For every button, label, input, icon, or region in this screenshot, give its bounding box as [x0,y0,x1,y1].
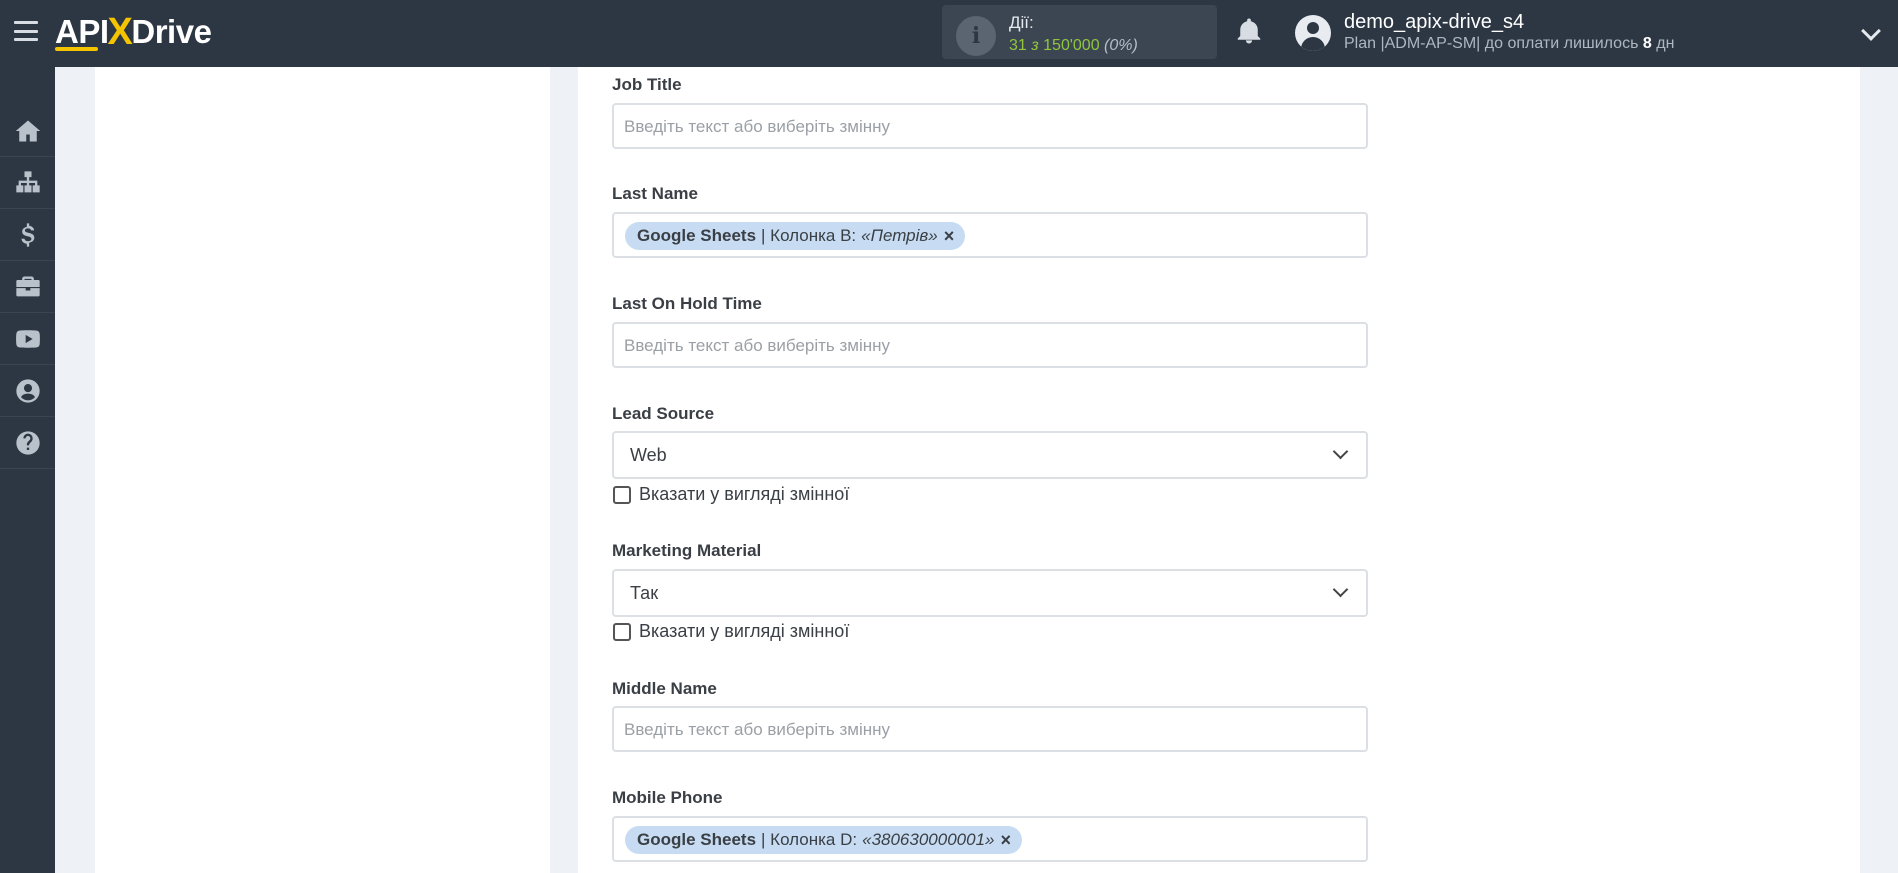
job-title-placeholder: Введіть текст або виберіть змінну [624,117,891,136]
help-icon [15,430,40,455]
middle-name-label: Middle Name [612,679,717,698]
left-panel [95,67,550,873]
lead-source-value: Web [630,445,667,465]
marketing-material-label: Marketing Material [612,541,762,560]
sidebar-item-profile[interactable] [0,365,55,417]
lead-source-select[interactable]: Web [612,431,1368,479]
mobile-phone-input[interactable]: Google Sheets | Колонка D: «380630000001… [612,816,1368,862]
close-icon[interactable]: × [944,226,955,247]
actions-count: 31 з 150'000 (0%) [1009,37,1138,55]
actions-used: 31 [1009,37,1027,54]
avatar[interactable] [1295,15,1331,51]
last-on-hold-time-input[interactable]: Введіть текст або виберіть змінну [612,322,1368,368]
bell-icon[interactable] [1234,16,1264,46]
tag-value: «Петрів» [861,226,938,245]
middle-name-placeholder: Введіть текст або виберіть змінну [624,720,891,739]
plan-info: Plan |ADM-AP-SM| до оплати лишилось 8 дн [1344,35,1674,53]
plan-prefix: Plan |ADM-AP-SM| до оплати лишилось [1344,35,1639,52]
plan-days: 8 [1642,35,1652,52]
menu-icon[interactable] [14,21,38,41]
apixdrive-logo[interactable]: API X Drive [55,10,212,54]
logo-text-drive: Drive [131,13,212,50]
tag-column: | Колонка B: [761,226,857,245]
logo-text-api: API [55,13,109,50]
middle-name-input[interactable]: Введіть текст або виберіть змінну [612,706,1368,752]
actions-percent: (0%) [1104,37,1138,54]
logo-underline [55,47,98,51]
sidebar-item-services[interactable] [0,261,55,313]
actions-label: Дії: [1009,13,1034,32]
variable-tag[interactable]: Google Sheets | Колонка D: «380630000001… [625,826,1022,854]
job-title-input[interactable]: Введіть текст або виберіть змінну [612,103,1368,149]
user-icon [15,378,40,403]
variable-tag[interactable]: Google Sheets | Колонка B: «Петрів» × [625,222,966,250]
actions-total: 150'000 [1043,37,1100,54]
plan-days-unit: дн [1656,35,1675,52]
checkbox[interactable] [613,622,631,641]
tag-source: Google Sheets [637,226,757,245]
youtube-icon [15,329,40,348]
last-name-input[interactable]: Google Sheets | Колонка B: «Петрів» × [612,212,1368,258]
actions-of: з [1031,37,1039,54]
lead-source-variable-checkbox[interactable]: Вказати у вигляді змінної [613,484,849,505]
username[interactable]: demo_apix-drive_s4 [1344,11,1524,34]
sidebar-item-videos[interactable] [0,313,55,365]
home-icon [15,120,40,141]
marketing-material-variable-checkbox[interactable]: Вказати у вигляді змінної [613,621,849,642]
briefcase-icon [15,276,40,296]
sidebar [0,67,55,873]
last-on-hold-time-label: Last On Hold Time [612,294,762,313]
marketing-material-value: Так [630,583,659,603]
checkbox-label: Вказати у вигляді змінної [639,621,850,641]
marketing-material-select[interactable]: Так [612,569,1368,617]
checkbox[interactable] [613,485,631,504]
sidebar-item-help[interactable] [0,417,55,469]
tag-value: «380630000001» [862,830,995,849]
lead-source-label: Lead Source [612,404,715,423]
sidebar-item-connections[interactable] [0,157,55,209]
actions-counter[interactable]: i Дії: 31 з 150'000 (0%) [942,5,1217,59]
info-icon: i [956,16,996,56]
last-name-label: Last Name [612,184,698,203]
last-on-hold-time-placeholder: Введіть текст або виберіть змінну [624,336,891,355]
sidebar-item-home[interactable] [0,105,55,157]
chevron-down-icon [1332,581,1349,598]
mobile-phone-label: Mobile Phone [612,788,723,807]
sidebar-item-billing[interactable] [0,209,55,261]
checkbox-label: Вказати у вигляді змінної [639,484,850,504]
top-bar: API X Drive i Дії: 31 з 150'000 (0%) demo_… [0,0,1898,67]
logo-text-x: X [107,10,133,53]
sitemap-icon [15,170,40,192]
chevron-down-icon [1332,443,1349,460]
close-icon[interactable]: × [1000,830,1011,851]
chevron-down-icon[interactable] [1861,21,1881,41]
dollar-icon [20,222,34,247]
tag-source: Google Sheets [637,830,757,849]
job-title-label: Job Title [612,75,682,94]
tag-column: | Колонка D: [761,830,858,849]
